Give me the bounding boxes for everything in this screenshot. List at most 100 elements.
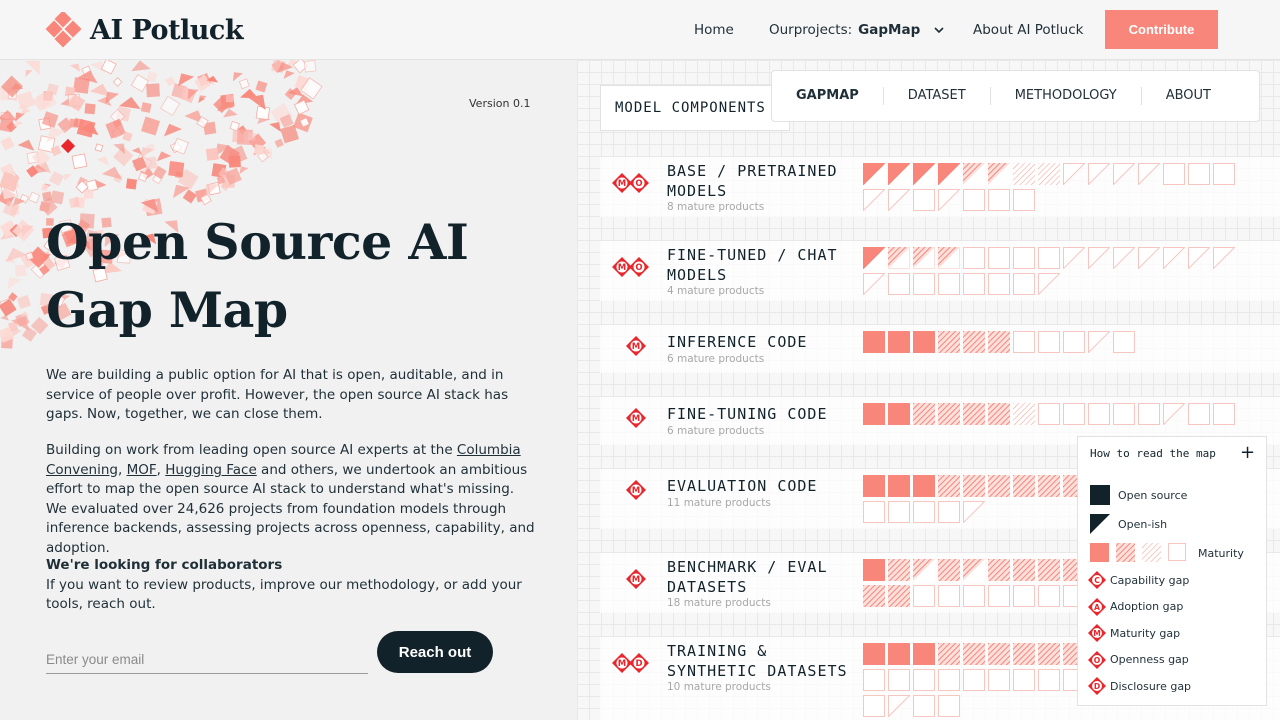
maturity-cell-outline[interactable] <box>938 501 960 523</box>
nav-about-link[interactable]: About AI Potluck <box>973 22 1083 38</box>
maturity-cell-outline[interactable] <box>1213 403 1235 425</box>
tab-methodology[interactable]: METHODOLOGY <box>991 87 1142 105</box>
maturity-cell-outline[interactable] <box>1063 331 1085 353</box>
maturity-cell-outline[interactable] <box>1038 247 1060 269</box>
maturity-cell-outline-tri[interactable] <box>863 189 885 211</box>
maturity-cell-hatch-tri[interactable] <box>888 247 910 269</box>
maturity-cell-solid[interactable] <box>913 331 935 353</box>
maturity-cell-outline-tri[interactable] <box>1113 163 1135 185</box>
maturity-cell-hatch[interactable] <box>988 643 1010 665</box>
maturity-cell-outline[interactable] <box>988 189 1010 211</box>
maturity-cell-hatch[interactable] <box>863 585 885 607</box>
maturity-cell-outline[interactable] <box>1013 331 1035 353</box>
maturity-cell-outline[interactable] <box>1038 331 1060 353</box>
maturity-cell-hatch[interactable] <box>963 643 985 665</box>
hugging-face-link[interactable]: Hugging Face <box>165 462 257 478</box>
maturity-cell-outline-tri[interactable] <box>1088 331 1110 353</box>
maturity-cell-outline[interactable] <box>963 247 985 269</box>
maturity-cell-solid[interactable] <box>863 331 885 353</box>
maturity-cell-outline[interactable] <box>1088 403 1110 425</box>
maturity-cell-outline[interactable] <box>913 669 935 691</box>
maturity-cell-solid[interactable] <box>863 403 885 425</box>
maturity-cell-outline[interactable] <box>1038 403 1060 425</box>
maturity-cell-outline-tri[interactable] <box>1038 273 1060 295</box>
tab-dataset[interactable]: DATASET <box>884 87 991 105</box>
maturity-cell-outline-tri[interactable] <box>888 189 910 211</box>
maturity-cell-solid[interactable] <box>888 643 910 665</box>
maturity-cell-solid[interactable] <box>913 475 935 497</box>
maturity-cell-hatch[interactable] <box>1038 475 1060 497</box>
maturity-cell-hatch[interactable] <box>888 585 910 607</box>
maturity-cell-hatch[interactable] <box>938 559 960 581</box>
maturity-cell-hatch[interactable] <box>963 475 985 497</box>
maturity-cell-solid[interactable] <box>888 331 910 353</box>
maturity-cell-hatch-tri[interactable] <box>913 247 935 269</box>
maturity-cell-outline-tri[interactable] <box>888 695 910 717</box>
maturity-cell-outline[interactable] <box>1013 247 1035 269</box>
maturity-cell-outline-tri[interactable] <box>1163 403 1185 425</box>
maturity-cell-outline[interactable] <box>888 501 910 523</box>
maturity-cell-hatch[interactable] <box>988 559 1010 581</box>
maturity-cell-outline-tri[interactable] <box>1088 247 1110 269</box>
maturity-cell-open-ish-hatch[interactable] <box>963 559 985 581</box>
maturity-cell-outline[interactable] <box>963 669 985 691</box>
maturity-cell-outline[interactable] <box>988 669 1010 691</box>
component-row[interactable]: INFERENCE CODE 6 mature products M <box>600 325 1280 373</box>
maturity-cell-outline[interactable] <box>1188 163 1210 185</box>
maturity-cell-outline[interactable] <box>938 585 960 607</box>
maturity-cell-hatch[interactable] <box>938 403 960 425</box>
maturity-cell-outline[interactable] <box>938 695 960 717</box>
maturity-cell-outline[interactable] <box>913 501 935 523</box>
tab-gapmap[interactable]: GAPMAP <box>772 87 884 105</box>
maturity-cell-hatch[interactable] <box>1013 643 1035 665</box>
maturity-cell-outline-tri[interactable] <box>938 189 960 211</box>
maturity-cell-outline[interactable] <box>1163 163 1185 185</box>
maturity-cell-outline[interactable] <box>938 669 960 691</box>
maturity-cell-outline[interactable] <box>963 189 985 211</box>
maturity-cell-hatch[interactable] <box>888 559 910 581</box>
maturity-cell-hatch-tri[interactable] <box>938 247 960 269</box>
maturity-cell-outline[interactable] <box>863 669 885 691</box>
maturity-cell-open-ish-hatch[interactable] <box>913 559 935 581</box>
maturity-cell-outline-tri[interactable] <box>1213 247 1235 269</box>
maturity-cell-solid[interactable] <box>888 475 910 497</box>
maturity-cell-open-ish[interactable] <box>863 247 885 269</box>
maturity-cell-outline-tri[interactable] <box>1063 247 1085 269</box>
maturity-cell-outline[interactable] <box>938 273 960 295</box>
maturity-cell-outline[interactable] <box>963 273 985 295</box>
maturity-cell-hatch[interactable] <box>1013 475 1035 497</box>
maturity-cell-outline[interactable] <box>1138 403 1160 425</box>
maturity-cell-outline-tri[interactable] <box>1163 247 1185 269</box>
maturity-cell-outline-tri[interactable] <box>863 273 885 295</box>
maturity-cell-outline[interactable] <box>1013 273 1035 295</box>
maturity-cell-hatch[interactable] <box>963 331 985 353</box>
component-row[interactable]: BASE / PRETRAINED MODELS 8 mature products… <box>600 157 1280 217</box>
maturity-cell-outline[interactable] <box>888 669 910 691</box>
maturity-cell-open-ish[interactable] <box>863 163 885 185</box>
maturity-cell-outline[interactable] <box>963 585 985 607</box>
maturity-cell-outline[interactable] <box>1188 403 1210 425</box>
maturity-cell-outline-tri[interactable] <box>1088 163 1110 185</box>
maturity-cell-outline-tri[interactable] <box>1188 247 1210 269</box>
maturity-cell-outline-tri[interactable] <box>1063 163 1085 185</box>
maturity-cell-hatch[interactable] <box>963 403 985 425</box>
tab-about[interactable]: ABOUT <box>1142 87 1235 105</box>
maturity-cell-hatch[interactable] <box>938 331 960 353</box>
maturity-cell-outline[interactable] <box>1013 189 1035 211</box>
nav-projects-dropdown[interactable]: Ourprojects: GapMap <box>769 22 946 38</box>
mof-link[interactable]: MOF <box>127 462 157 478</box>
maturity-cell-outline[interactable] <box>863 501 885 523</box>
nav-home-link[interactable]: Home <box>694 22 734 38</box>
maturity-cell-open-ish[interactable] <box>938 163 960 185</box>
maturity-cell-hatch[interactable] <box>938 643 960 665</box>
maturity-cell-outline[interactable] <box>913 273 935 295</box>
maturity-cell-hatch[interactable] <box>988 475 1010 497</box>
maturity-cell-outline-tri[interactable] <box>963 501 985 523</box>
maturity-cell-open-ish-hatch[interactable] <box>988 163 1010 185</box>
maturity-cell-outline[interactable] <box>1063 403 1085 425</box>
maturity-cell-outline[interactable] <box>1013 585 1035 607</box>
maturity-cell-hatch[interactable] <box>1038 559 1060 581</box>
reach-out-button[interactable]: Reach out <box>377 631 493 673</box>
maturity-cell-open-ish[interactable] <box>913 163 935 185</box>
expand-legend-plus-icon[interactable]: + <box>1240 442 1255 463</box>
